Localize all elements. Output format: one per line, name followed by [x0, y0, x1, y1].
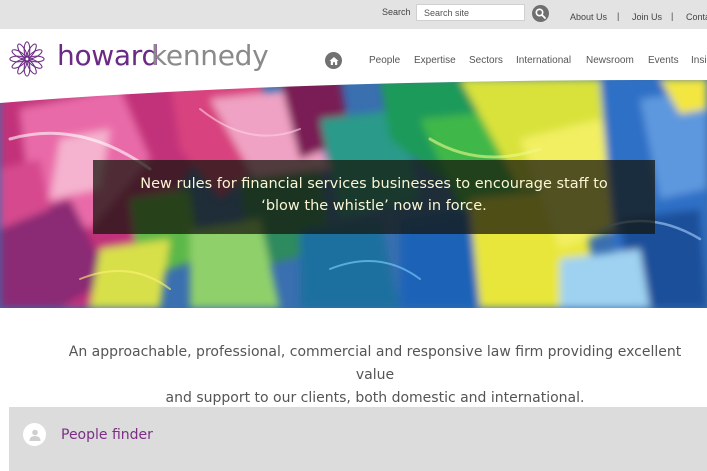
nav-newsroom[interactable]: Newsroom [586, 55, 634, 66]
hero-headline-line-2: ‘blow the whistle’ now in force. [261, 198, 487, 214]
hero-curve [0, 79, 707, 103]
home-icon [329, 56, 338, 65]
person-glyph [29, 429, 40, 441]
intro-tagline: An approachable, professional, commercia… [60, 341, 690, 410]
hero-headline[interactable]: New rules for financial services busines… [93, 173, 655, 217]
about-us-link[interactable]: About Us [570, 12, 607, 22]
hero-headline-line-1: New rules for financial services busines… [140, 176, 608, 192]
search-button[interactable] [532, 5, 549, 22]
logo-text-howard[interactable]: howard [57, 39, 159, 72]
people-finder-label[interactable]: People finder [61, 427, 153, 443]
search-label: Search [382, 7, 411, 17]
nav-international[interactable]: International [516, 55, 571, 66]
separator: | [617, 11, 620, 21]
nav-sectors[interactable]: Sectors [469, 55, 503, 66]
separator: | [671, 11, 674, 21]
logo-flower-icon[interactable] [8, 40, 46, 78]
intro-line-1: An approachable, professional, commercia… [68, 344, 682, 383]
nav-people[interactable]: People [369, 55, 400, 66]
people-finder-panel[interactable]: People finder [9, 407, 707, 471]
contact-link[interactable]: Conta [686, 12, 707, 22]
nav-insights[interactable]: Insi [691, 55, 707, 66]
search-icon [535, 8, 546, 19]
nav-events[interactable]: Events [648, 55, 679, 66]
join-us-link[interactable]: Join Us [632, 12, 662, 22]
nav-expertise[interactable]: Expertise [414, 55, 456, 66]
home-button[interactable] [325, 52, 342, 69]
logo-text-kennedy[interactable]: kennedy [151, 39, 269, 72]
search-input[interactable] [416, 4, 525, 21]
person-icon [23, 423, 46, 446]
hero-banner[interactable]: New rules for financial services busines… [0, 79, 707, 308]
utility-bar: Search About Us | Join Us | Conta [0, 0, 707, 29]
